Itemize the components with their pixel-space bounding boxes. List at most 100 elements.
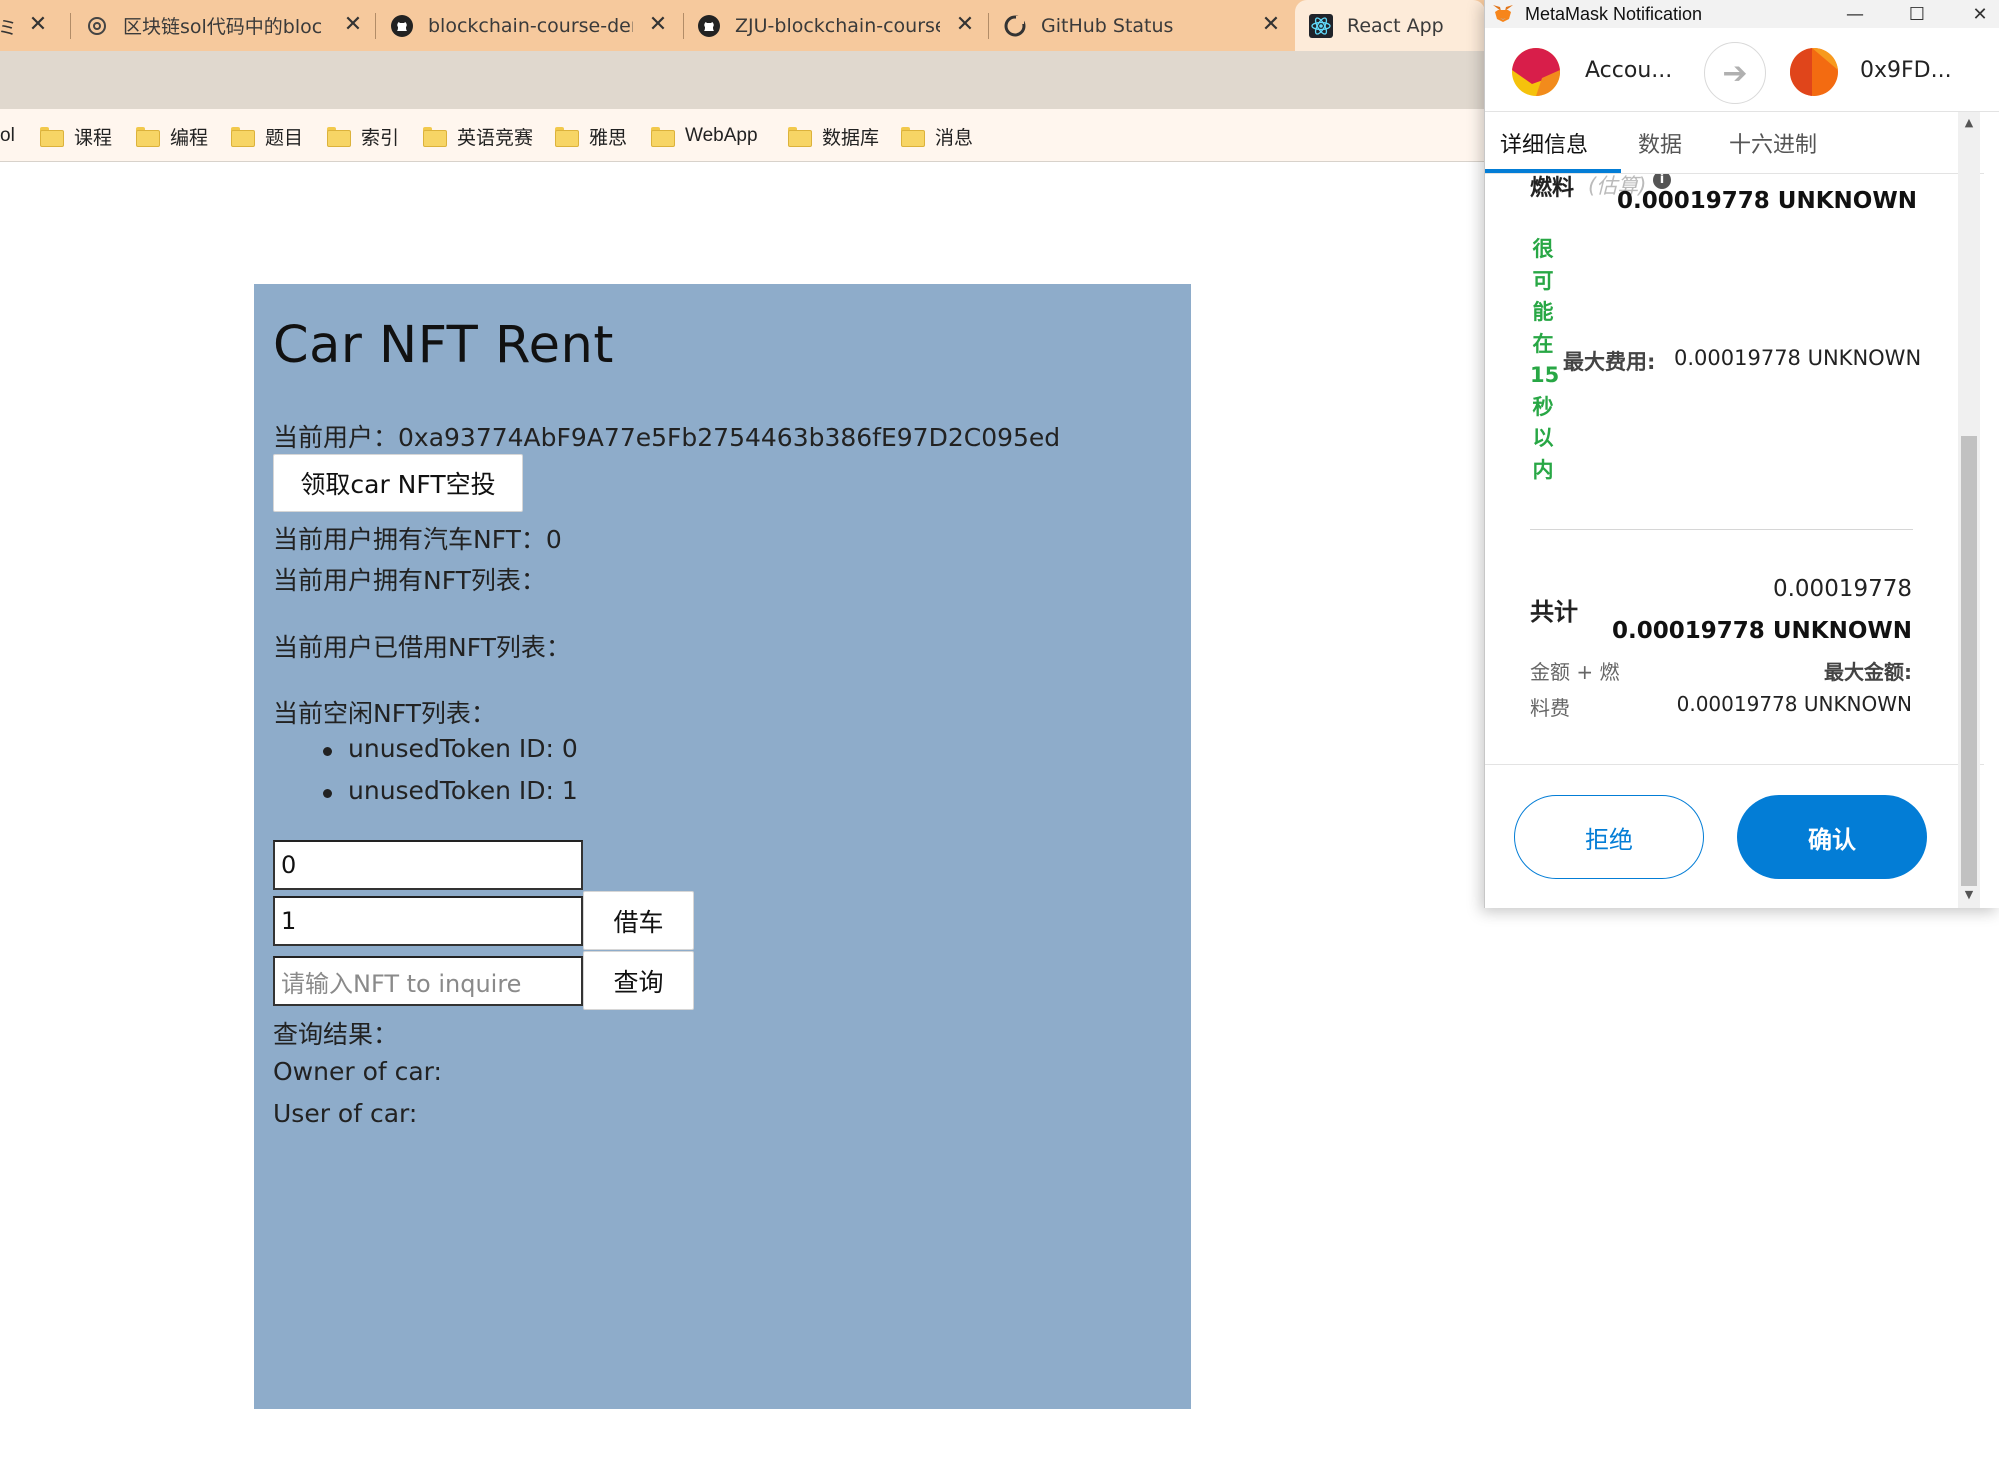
to-account-address[interactable]: 0x9FD...: [1860, 58, 1952, 83]
metamask-tabs: 详细信息 数据 十六进制: [1485, 112, 1984, 174]
total-value: 0.00019778 UNKNOWN: [1612, 618, 1912, 644]
close-icon[interactable]: ✕: [953, 13, 977, 37]
inquire-input[interactable]: 请输入NFT to inquire: [273, 956, 583, 1006]
from-account-avatar[interactable]: [1512, 48, 1560, 96]
folder-icon: [231, 127, 255, 147]
gas-value: 0.00019778 UNKNOWN: [1617, 188, 1917, 214]
total-label: 共计: [1530, 598, 1578, 626]
tab-partial-left[interactable]: ミ ✕: [0, 0, 60, 51]
list-bullet: [323, 789, 332, 798]
list-item: unusedToken ID: 1: [348, 776, 578, 805]
openai-icon: [85, 14, 109, 38]
car-nft-rent-app: Car NFT Rent 当前用户：0xa93774AbF9A77e5Fb275…: [254, 284, 1191, 1409]
metamask-title-bar: MetaMask Notification — ☐ ✕: [1485, 0, 1999, 28]
free-nft-list-label: 当前空闲NFT列表：: [273, 699, 496, 728]
car-owner-label: Owner of car:: [273, 1057, 442, 1086]
tab-details[interactable]: 详细信息: [1500, 127, 1588, 159]
list-bullet: [323, 747, 332, 756]
bookmark-folder[interactable]: 题目: [231, 123, 303, 149]
bookmark-folder[interactable]: 消息: [901, 123, 973, 149]
account-flow: Accou... ➔ 0x9FD...: [1485, 28, 1999, 112]
metamask-notification-window: MetaMask Notification — ☐ ✕ Accou... ➔ 0…: [1484, 0, 1999, 908]
tab-title: React App: [1347, 14, 1444, 37]
scrollbar-thumb[interactable]: [1961, 436, 1977, 886]
bookmark-folder[interactable]: 索引: [327, 123, 399, 149]
tab-title: GitHub Status: [1041, 14, 1174, 37]
info-icon[interactable]: i: [1653, 174, 1671, 189]
inquire-button[interactable]: 查询: [583, 951, 694, 1010]
metamask-fox-icon: [1491, 4, 1515, 24]
tab-title: blockchain-course-dem: [428, 14, 633, 37]
tab-hex[interactable]: 十六进制: [1729, 127, 1817, 159]
scroll-up-icon[interactable]: ▲: [1961, 116, 1977, 132]
github-status-icon: [1003, 14, 1027, 38]
max-amount-value: 0.00019778 UNKNOWN: [1676, 692, 1912, 716]
close-icon[interactable]: ✕: [646, 13, 670, 37]
borrow-duration-input[interactable]: 1: [273, 896, 583, 946]
borrowed-nft-list-label: 当前用户已借用NFT列表：: [273, 633, 571, 662]
close-icon[interactable]: ✕: [1259, 13, 1283, 37]
close-icon[interactable]: ✕: [26, 13, 50, 37]
scroll-down-icon[interactable]: ▼: [1961, 888, 1977, 904]
close-icon[interactable]: ✕: [1960, 0, 1999, 28]
github-icon: [390, 14, 414, 38]
bookmark-folder[interactable]: 雅思: [555, 123, 627, 149]
max-amount-label: 最大金额:: [1824, 660, 1912, 684]
bookmark-folder[interactable]: 课程: [40, 123, 112, 149]
folder-icon: [327, 127, 351, 147]
folder-icon: [788, 127, 812, 147]
amount-gas-label-line2: 料费: [1530, 696, 1570, 720]
minimize-icon[interactable]: —: [1835, 0, 1875, 28]
close-icon[interactable]: ✕: [341, 13, 365, 37]
tab-title: ZJU-blockchain-course-: [735, 14, 940, 37]
tab-data[interactable]: 数据: [1638, 127, 1682, 159]
page-title: Car NFT Rent: [273, 316, 614, 375]
bookmark-folder[interactable]: 编程: [136, 123, 208, 149]
tab-block-article[interactable]: 区块链sol代码中的block ✕: [85, 0, 375, 51]
likely-time-label: 很可能在15秒以内: [1530, 237, 1560, 482]
current-user-address: 当前用户：0xa93774AbF9A77e5Fb2754463b386fE97D…: [273, 423, 1061, 452]
max-fee-label: 最大费用:: [1563, 350, 1656, 374]
owned-nft-list-label: 当前用户拥有NFT列表：: [273, 566, 546, 595]
bookmark-folder[interactable]: 数据库: [788, 123, 879, 149]
owned-nft-count: 当前用户拥有汽车NFT：0: [273, 525, 562, 554]
reject-button[interactable]: 拒绝: [1514, 795, 1704, 879]
section-divider: [1530, 529, 1913, 530]
tab-title: 区块链sol代码中的block: [123, 16, 323, 38]
from-account-name[interactable]: Accou...: [1585, 58, 1672, 83]
github-icon: [697, 14, 721, 38]
active-tab-indicator: [1485, 169, 1621, 173]
tab-zju-blockchain-course[interactable]: ZJU-blockchain-course- ✕: [697, 0, 987, 51]
bookmark-folder[interactable]: 英语竞赛: [423, 123, 533, 149]
transaction-details: 燃料 (估算) i 0.00019778 UNKNOWN 很可能在15秒以内 最…: [1485, 174, 1984, 764]
total-value-top: 0.00019778: [1772, 576, 1912, 602]
react-icon: [1309, 13, 1333, 38]
airdrop-button[interactable]: 领取car NFT空投: [273, 454, 523, 512]
borrow-button[interactable]: 借车: [583, 891, 694, 950]
window-title: MetaMask Notification: [1525, 3, 1703, 24]
amount-gas-label-line1: 金额 + 燃: [1530, 660, 1620, 684]
max-fee-value: 0.00019778 UNKNOWN: [1674, 346, 1922, 370]
inquire-result-label: 查询结果：: [273, 1020, 399, 1049]
car-user-label: User of car:: [273, 1099, 418, 1128]
list-item: unusedToken ID: 0: [348, 734, 578, 763]
folder-icon: [901, 127, 925, 147]
folder-icon: [555, 127, 579, 147]
metamask-footer: 拒绝 确认: [1485, 764, 1984, 907]
to-account-avatar[interactable]: [1790, 48, 1838, 96]
folder-icon: [423, 127, 447, 147]
tab-github-status[interactable]: GitHub Status ✕: [1003, 0, 1293, 51]
bookmark-partial[interactable]: ol: [0, 123, 15, 149]
tab-react-app[interactable]: React App: [1295, 0, 1485, 51]
folder-icon: [651, 127, 675, 147]
tab-blockchain-course-demo[interactable]: blockchain-course-dem ✕: [390, 0, 680, 51]
maximize-icon[interactable]: ☐: [1897, 0, 1937, 28]
bookmark-folder[interactable]: WebApp: [651, 123, 758, 149]
folder-icon: [136, 127, 160, 147]
gas-label: 燃料: [1530, 176, 1575, 201]
metamask-scrollbar[interactable]: ▲ ▼: [1958, 112, 1980, 908]
confirm-button[interactable]: 确认: [1737, 795, 1927, 879]
folder-icon: [40, 127, 64, 147]
token-id-input[interactable]: 0: [273, 840, 583, 890]
arrow-right-icon: ➔: [1704, 42, 1766, 104]
